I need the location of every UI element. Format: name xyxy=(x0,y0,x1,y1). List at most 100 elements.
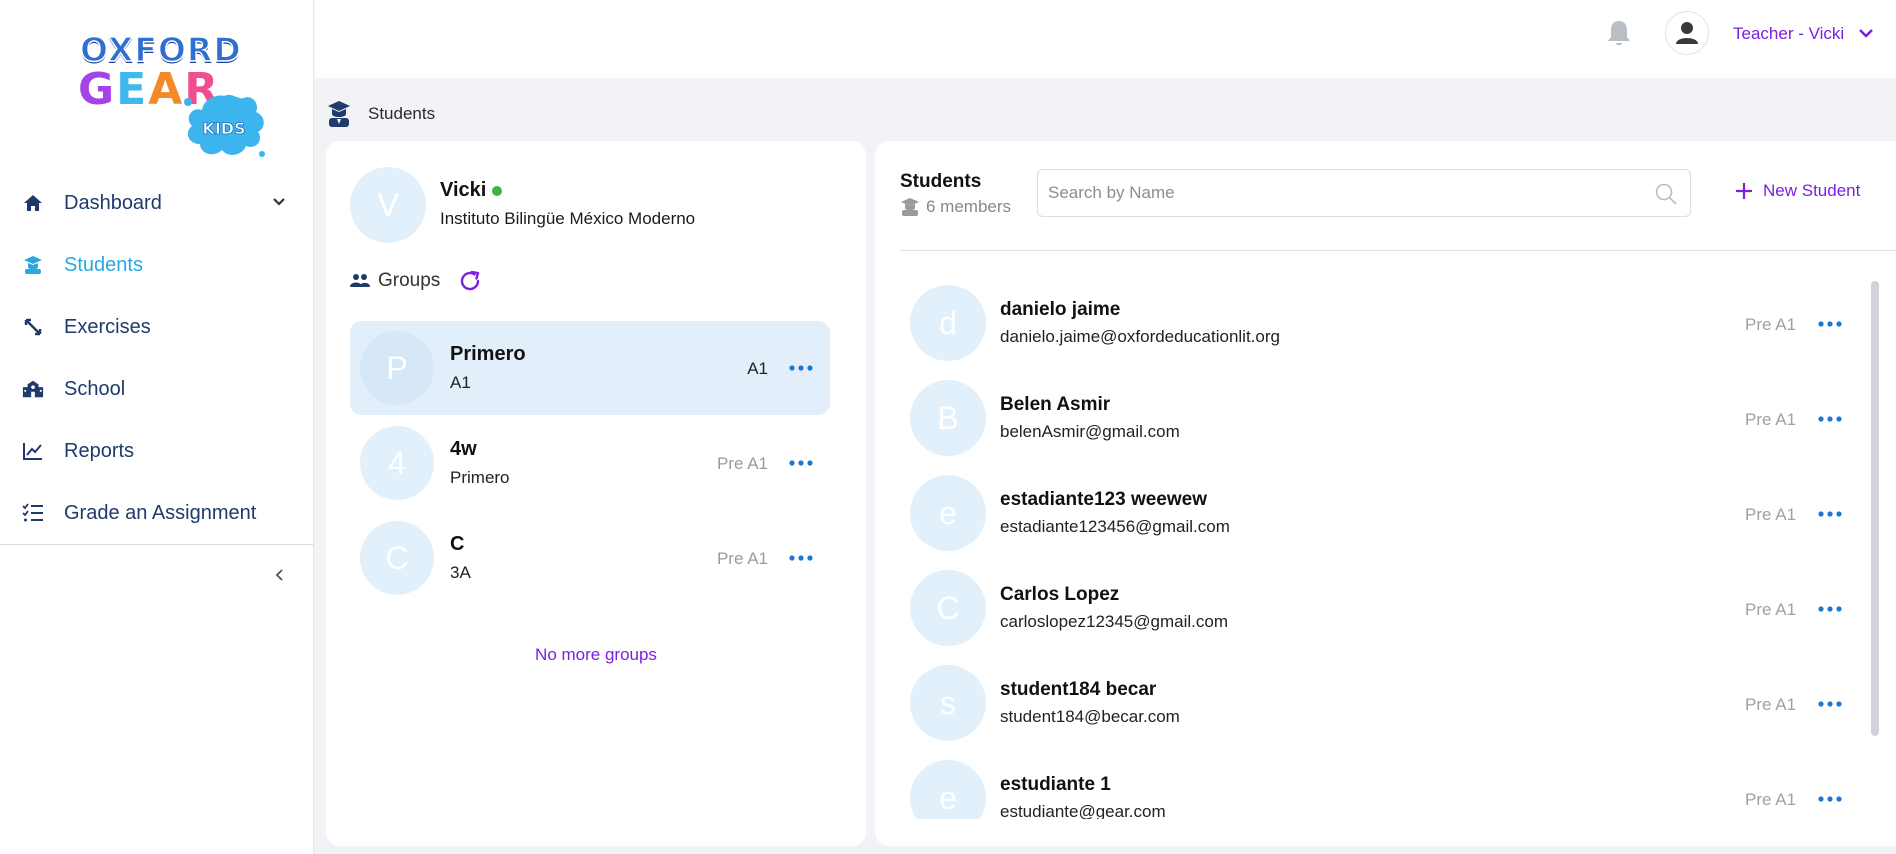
student-avatar: B xyxy=(910,380,986,456)
checklist-icon xyxy=(22,502,44,524)
group-title: 4w xyxy=(450,438,477,460)
sidebar-item-dashboard[interactable]: Dashboard xyxy=(0,172,314,234)
group-title: Primero xyxy=(450,343,526,365)
chevron-down-icon[interactable] xyxy=(272,194,286,212)
home-icon xyxy=(22,192,44,214)
student-email: belenAsmir@gmail.com xyxy=(1000,422,1180,441)
no-more-groups-text: No more groups xyxy=(535,645,657,664)
more-options-icon[interactable] xyxy=(788,549,814,567)
group-level: Pre A1 xyxy=(716,454,768,473)
more-options-icon[interactable] xyxy=(788,359,814,377)
student-row[interactable]: e estudiante 1 estudiante@gear.com Pre A… xyxy=(875,750,1881,819)
sidebar-item-label: Exercises xyxy=(64,315,151,338)
refresh-icon[interactable] xyxy=(458,269,482,293)
students-list-scrollbar[interactable] xyxy=(1871,281,1879,736)
student-name: Belen Asmir xyxy=(1000,394,1111,415)
notification-bell-icon[interactable] xyxy=(1605,18,1633,48)
breadcrumb: Students xyxy=(326,100,435,128)
group-subtitle: 3A xyxy=(450,563,471,582)
more-options-icon[interactable] xyxy=(1817,790,1843,808)
group-title: C xyxy=(450,533,465,555)
sidebar-item-students[interactable]: Students xyxy=(0,234,314,296)
student-level: Pre A1 xyxy=(1745,600,1797,619)
student-icon xyxy=(901,198,919,216)
sidebar-item-label: Reports xyxy=(64,439,135,462)
student-icon xyxy=(328,101,350,127)
group-avatar: 4 xyxy=(360,426,434,500)
new-student-button[interactable]: New Student xyxy=(1735,181,1860,201)
student-row[interactable]: d danielo jaime danielo.jaime@oxfordeduc… xyxy=(875,275,1881,370)
student-icon xyxy=(22,254,44,276)
student-name: estudiante 1 xyxy=(1000,774,1111,795)
student-avatar: e xyxy=(910,475,986,551)
user-icon xyxy=(1676,22,1698,44)
group-row[interactable]: 4 4w Primero Pre A1 xyxy=(350,416,830,510)
sidebar-item-exercises[interactable]: Exercises xyxy=(0,296,314,358)
teacher-name: Vicki xyxy=(440,179,487,201)
student-avatar: d xyxy=(910,285,986,361)
student-email: carloslopez12345@gmail.com xyxy=(1000,612,1228,631)
student-level: Pre A1 xyxy=(1745,695,1797,714)
group-row[interactable]: C C 3A Pre A1 xyxy=(350,511,830,605)
sidebar-item-reports[interactable]: Reports xyxy=(0,420,314,482)
student-avatar: s xyxy=(910,665,986,741)
student-email: danielo.jaime@oxfordeducationlit.org xyxy=(1000,327,1280,346)
group-avatar: P xyxy=(360,331,434,405)
more-options-icon[interactable] xyxy=(1817,315,1843,333)
search-input[interactable] xyxy=(1048,170,1628,216)
logo-letter: E xyxy=(116,64,149,115)
group-level: A1 xyxy=(747,359,768,378)
group-subtitle: A1 xyxy=(450,373,471,392)
student-level: Pre A1 xyxy=(1745,315,1797,334)
student-row[interactable]: C Carlos Lopez carloslopez12345@gmail.co… xyxy=(875,560,1881,655)
teacher-avatar: V xyxy=(350,167,426,243)
user-avatar-button[interactable] xyxy=(1665,11,1709,55)
online-status-dot xyxy=(492,186,502,196)
groups-panel: V Vicki Instituto Bilingüe México Modern… xyxy=(326,141,866,846)
student-level: Pre A1 xyxy=(1745,790,1797,809)
groups-header: Groups xyxy=(350,269,482,293)
groups-heading: Groups xyxy=(378,270,441,291)
more-options-icon[interactable] xyxy=(1817,505,1843,523)
more-options-icon[interactable] xyxy=(1817,600,1843,618)
sidebar-nav: Dashboard Students Exercises School Repo… xyxy=(0,172,314,544)
student-name: estadiante123 weewew xyxy=(1000,489,1207,510)
student-name: danielo jaime xyxy=(1000,299,1121,320)
chevron-down-icon[interactable] xyxy=(1858,26,1874,44)
more-options-icon[interactable] xyxy=(1817,695,1843,713)
group-level: Pre A1 xyxy=(716,549,768,568)
student-email: estadiante123456@gmail.com xyxy=(1000,517,1230,536)
sidebar-item-label: Dashboard xyxy=(64,191,162,214)
sidebar-divider xyxy=(0,544,314,545)
kids-badge-text: KIDS xyxy=(202,119,245,138)
more-options-icon[interactable] xyxy=(1817,410,1843,428)
student-row[interactable]: B Belen Asmir belenAsmir@gmail.com Pre A… xyxy=(875,370,1881,465)
sidebar-item-label: Grade an Assignment xyxy=(64,501,257,524)
students-list[interactable]: d danielo jaime danielo.jaime@oxfordeduc… xyxy=(875,275,1881,819)
sidebar-item-grade-assignment[interactable]: Grade an Assignment xyxy=(0,482,314,544)
people-icon xyxy=(350,274,370,287)
student-avatar: C xyxy=(910,570,986,646)
user-menu-label[interactable]: Teacher - Vicki xyxy=(1733,24,1844,44)
students-title: Students xyxy=(900,171,982,192)
sidebar-item-label: Students xyxy=(64,253,143,276)
group-row[interactable]: P Primero A1 A1 xyxy=(350,321,830,415)
oxford-gear-kids-logo[interactable]: OXFORD GEAR KIDS xyxy=(78,29,278,160)
page-title: Students xyxy=(368,104,436,123)
student-email: student184@becar.com xyxy=(1000,707,1180,726)
student-level: Pre A1 xyxy=(1745,505,1797,524)
student-search-box[interactable] xyxy=(1037,169,1691,217)
logo-letter: G xyxy=(78,64,117,115)
student-row[interactable]: s student184 becar student184@becar.com … xyxy=(875,655,1881,750)
search-icon[interactable] xyxy=(1654,182,1678,206)
group-avatar: C xyxy=(360,521,434,595)
more-options-icon[interactable] xyxy=(788,454,814,472)
student-row[interactable]: e estadiante123 weewew estadiante123456@… xyxy=(875,465,1881,560)
students-panel: Students 6 members New Student d danielo… xyxy=(875,141,1896,846)
divider xyxy=(900,250,1896,251)
school-icon xyxy=(22,378,44,400)
chevron-left-icon xyxy=(275,569,283,581)
logo-letter: A xyxy=(148,64,185,115)
collapse-sidebar-button[interactable] xyxy=(270,566,288,584)
sidebar-item-school[interactable]: School xyxy=(0,358,314,420)
